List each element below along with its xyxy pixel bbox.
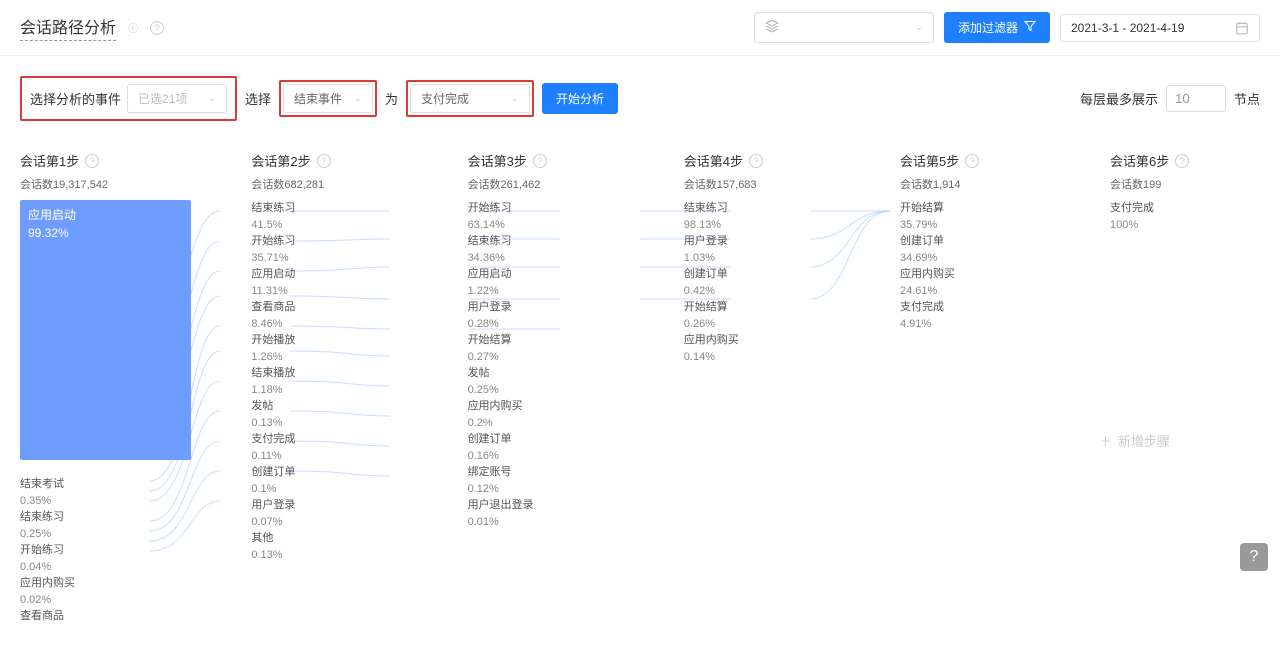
sankey-node[interactable]: 应用内购买0.02% [20, 575, 191, 608]
sankey-node[interactable]: 应用启动1.22% [468, 266, 624, 299]
sankey-node[interactable]: 开始结算0.26% [684, 299, 840, 332]
max-nodes-input[interactable] [1166, 85, 1226, 112]
sankey-node[interactable]: 用户登录0.07% [251, 497, 407, 530]
highlight-box-target: 支付完成 ⌄ [406, 80, 534, 117]
step-count: 会话数682,281 [251, 176, 407, 192]
start-analysis-button[interactable]: 开始分析 [542, 83, 618, 114]
sankey-node[interactable]: 用户登录0.28% [468, 299, 624, 332]
sankey-node[interactable]: 应用启动11.31% [251, 266, 407, 299]
step-title: 会话第4步 [684, 151, 743, 170]
sankey-node[interactable]: 其他0.13% [251, 530, 407, 563]
sankey-node[interactable]: 开始练习0.04% [20, 542, 191, 575]
page-title: 会话路径分析 [20, 14, 116, 41]
sankey-step: 会话第2步? 会话数682,281 结束练习41.5%开始练习35.71%应用启动1… [251, 151, 407, 625]
chevron-down-icon: ⌄ [915, 22, 923, 33]
sankey-node[interactable]: 用户登录1.03% [684, 233, 840, 266]
sankey-node[interactable]: 创建订单0.1% [251, 464, 407, 497]
step-count: 会话数261,462 [468, 176, 624, 192]
sankey-node[interactable]: 结束练习98.13% [684, 200, 840, 233]
end-event-type-dropdown[interactable]: 结束事件 ⌄ [283, 84, 373, 113]
step-count: 会话数157,683 [684, 176, 840, 192]
analysis-toolbar: 选择分析的事件 已选21项 ⌄ 选择 结束事件 ⌄ 为 支付完成 ⌄ 开始分析 … [0, 56, 1280, 151]
step-count: 会话数19,317,542 [20, 176, 191, 192]
step-title: 会话第1步 [20, 151, 79, 170]
chevron-down-icon: ⌄ [354, 93, 362, 104]
sankey-node[interactable]: 支付完成100% [1110, 200, 1260, 233]
sankey-step: 会话第5步? 会话数1,914 开始结算35.79%创建订单34.69%应用内购买2… [900, 151, 1050, 625]
sankey-step: 会话第1步? 会话数19,317,542 应用启动99.32% 结束考试0.35%结束… [20, 151, 191, 625]
select-label: 选择 [245, 89, 271, 108]
event-select-dropdown[interactable]: 已选21项 ⌄ [127, 84, 227, 113]
sankey-node[interactable]: 应用内购买0.14% [684, 332, 840, 365]
sankey-step: 会话第3步? 会话数261,462 开始练习63.14%结束练习34.36%应用启动… [468, 151, 624, 625]
chevron-down-icon: ⌄ [511, 93, 519, 104]
sankey-node[interactable]: 开始结算35.79% [900, 200, 1050, 233]
sankey-node[interactable]: 发帖0.25% [468, 365, 624, 398]
highlight-box-endtype: 结束事件 ⌄ [279, 80, 377, 117]
header-dropdown[interactable]: ⌄ [754, 12, 934, 43]
sankey-node[interactable]: 创建订单0.16% [468, 431, 624, 464]
step-title: 会话第2步 [251, 151, 310, 170]
sankey-node[interactable]: 绑定账号0.12% [468, 464, 624, 497]
sankey-node[interactable]: 结束考试0.35% [20, 476, 191, 509]
step-title: 会话第6步 [1110, 151, 1169, 170]
sankey-node[interactable]: 支付完成0.11% [251, 431, 407, 464]
help-icon[interactable]: ? [317, 154, 331, 168]
sankey-node[interactable]: 支付完成4.91% [900, 299, 1050, 332]
step-count: 会话数199 [1110, 176, 1260, 192]
sankey-step: 会话第4步? 会话数157,683 结束练习98.13%用户登录1.03%创建订单0… [684, 151, 840, 625]
sankey-node[interactable]: 开始结算0.27% [468, 332, 624, 365]
calendar-icon [1235, 21, 1249, 35]
help-icon[interactable]: ? [1175, 154, 1189, 168]
sankey-node[interactable]: 结束播放1.18% [251, 365, 407, 398]
page-header: 会话路径分析 ⓘ ? ⌄ 添加过滤器 2021-3-1 - 2021-4-19 [0, 0, 1280, 56]
sankey-node[interactable]: 结束练习34.36% [468, 233, 624, 266]
sankey-node[interactable]: 结束练习0.25% [20, 509, 191, 542]
max-nodes-label: 每层最多展示 [1080, 89, 1158, 108]
add-filter-button[interactable]: 添加过滤器 [944, 12, 1050, 43]
help-icon[interactable]: ? [965, 154, 979, 168]
help-icon[interactable]: ? [533, 154, 547, 168]
step-title: 会话第3步 [468, 151, 527, 170]
sankey-node[interactable]: 用户退出登录0.01% [468, 497, 624, 530]
help-icon[interactable]: ? [749, 154, 763, 168]
sankey-node[interactable]: 结束练习41.5% [251, 200, 407, 233]
sankey-node[interactable]: 开始练习35.71% [251, 233, 407, 266]
step-title: 会话第5步 [900, 151, 959, 170]
step-count: 会话数1,914 [900, 176, 1050, 192]
funnel-icon [1024, 20, 1036, 35]
sankey-node[interactable]: 开始播放1.26% [251, 332, 407, 365]
sankey-step: 会话第6步? 会话数199 支付完成100% [1110, 151, 1260, 625]
sankey-node[interactable]: 创建订单0.42% [684, 266, 840, 299]
sankey-node[interactable]: 应用内购买0.2% [468, 398, 624, 431]
nodes-suffix-label: 节点 [1234, 89, 1260, 108]
sankey-node[interactable]: 发帖0.13% [251, 398, 407, 431]
date-range-picker[interactable]: 2021-3-1 - 2021-4-19 [1060, 14, 1260, 42]
sankey-node[interactable]: 应用内购买24.61% [900, 266, 1050, 299]
sankey-chart: 会话第1步?会话数19,317,542应用启动99.32%结束考试0.35%结束… [0, 151, 1280, 655]
sankey-node[interactable]: 查看商品 [20, 608, 191, 625]
cube-icon [765, 19, 779, 36]
sankey-node[interactable]: 创建订单34.69% [900, 233, 1050, 266]
sankey-node[interactable]: 查看商品8.46% [251, 299, 407, 332]
info-icon[interactable]: ⓘ [126, 21, 140, 35]
primary-node[interactable]: 应用启动99.32% [20, 200, 191, 460]
target-event-dropdown[interactable]: 支付完成 ⌄ [410, 84, 530, 113]
chevron-down-icon: ⌄ [208, 93, 216, 104]
as-label: 为 [385, 89, 398, 108]
highlight-box-events: 选择分析的事件 已选21项 ⌄ [20, 76, 237, 121]
help-icon[interactable]: ? [85, 154, 99, 168]
help-icon[interactable]: ? [150, 21, 164, 35]
event-select-label: 选择分析的事件 [30, 89, 121, 108]
sankey-node[interactable]: 开始练习63.14% [468, 200, 624, 233]
